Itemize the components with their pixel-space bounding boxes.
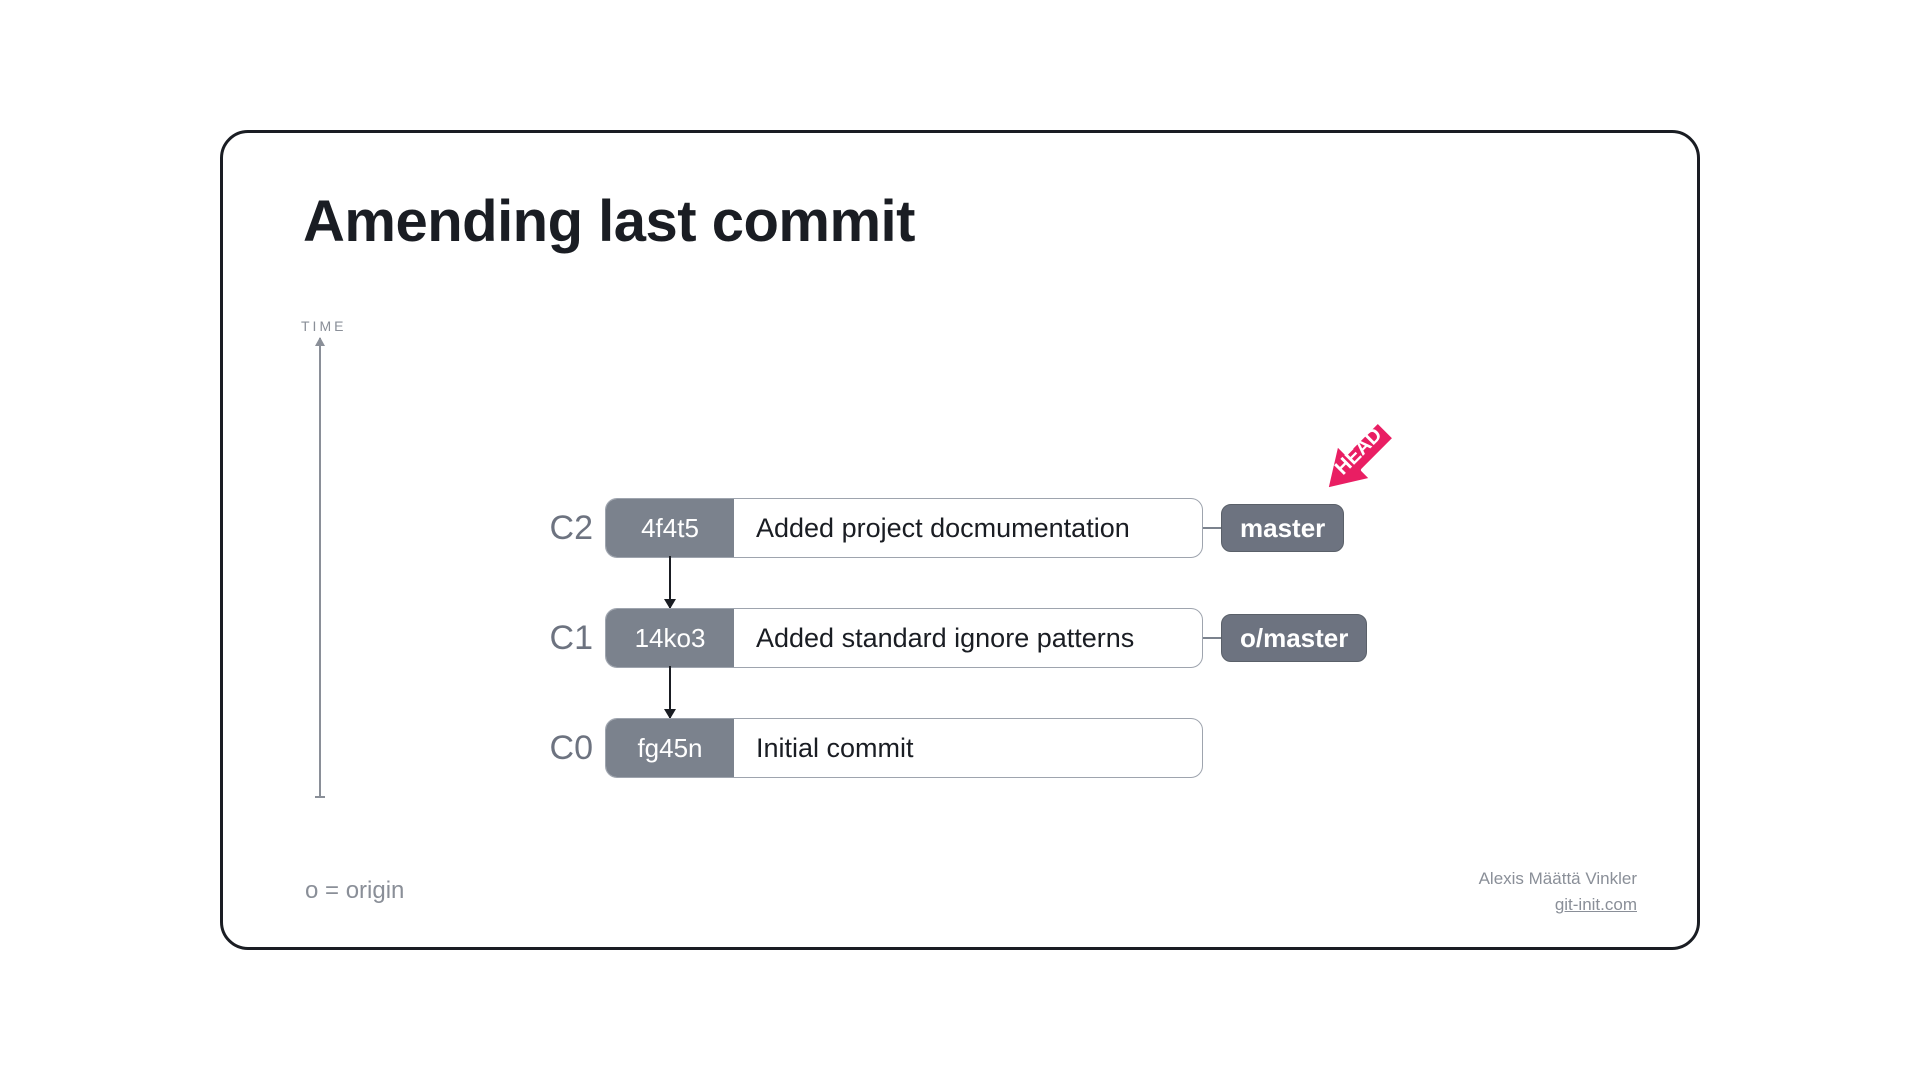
legend-text: o = origin <box>305 877 404 905</box>
parent-arrow-icon <box>669 666 671 718</box>
commit-row: C0 fg45n Initial commit <box>523 718 1367 778</box>
slide-title: Amending last commit <box>303 188 915 255</box>
commit-label: C1 <box>523 619 593 658</box>
commit-box: fg45n Initial commit <box>605 718 1203 778</box>
commit-message: Added project docmumentation <box>734 513 1202 544</box>
connector-line <box>1203 637 1221 639</box>
credits: Alexis Määttä Vinkler git-init.com <box>1479 866 1637 917</box>
slide-frame: Amending last commit TIME C2 4f4t5 Added… <box>220 130 1700 950</box>
commit-label: C2 <box>523 509 593 548</box>
commit-message: Added standard ignore patterns <box>734 623 1202 654</box>
time-axis-label: TIME <box>301 318 346 334</box>
branch-tag-origin-master: o/master <box>1221 614 1367 662</box>
author-name: Alexis Määttä Vinkler <box>1479 866 1637 892</box>
commit-hash: 14ko3 <box>606 609 734 667</box>
row-gap <box>523 558 1367 608</box>
commit-graph: C2 4f4t5 Added project docmumentation ma… <box>523 498 1367 778</box>
commit-message: Initial commit <box>734 733 1202 764</box>
parent-arrow-icon <box>669 556 671 608</box>
commit-row: C1 14ko3 Added standard ignore patterns … <box>523 608 1367 668</box>
commit-hash: fg45n <box>606 719 734 777</box>
time-axis <box>319 338 321 798</box>
commit-label: C0 <box>523 729 593 768</box>
row-gap <box>523 668 1367 718</box>
commit-box: 14ko3 Added standard ignore patterns <box>605 608 1203 668</box>
branch-tag-master: master <box>1221 504 1344 552</box>
commit-row: C2 4f4t5 Added project docmumentation ma… <box>523 498 1367 558</box>
commit-hash: 4f4t5 <box>606 499 734 557</box>
commit-box: 4f4t5 Added project docmumentation <box>605 498 1203 558</box>
connector-line <box>1203 527 1221 529</box>
author-site-link[interactable]: git-init.com <box>1479 892 1637 918</box>
head-label: HEAD <box>1331 424 1387 480</box>
head-pointer-icon: HEAD <box>1298 403 1418 513</box>
